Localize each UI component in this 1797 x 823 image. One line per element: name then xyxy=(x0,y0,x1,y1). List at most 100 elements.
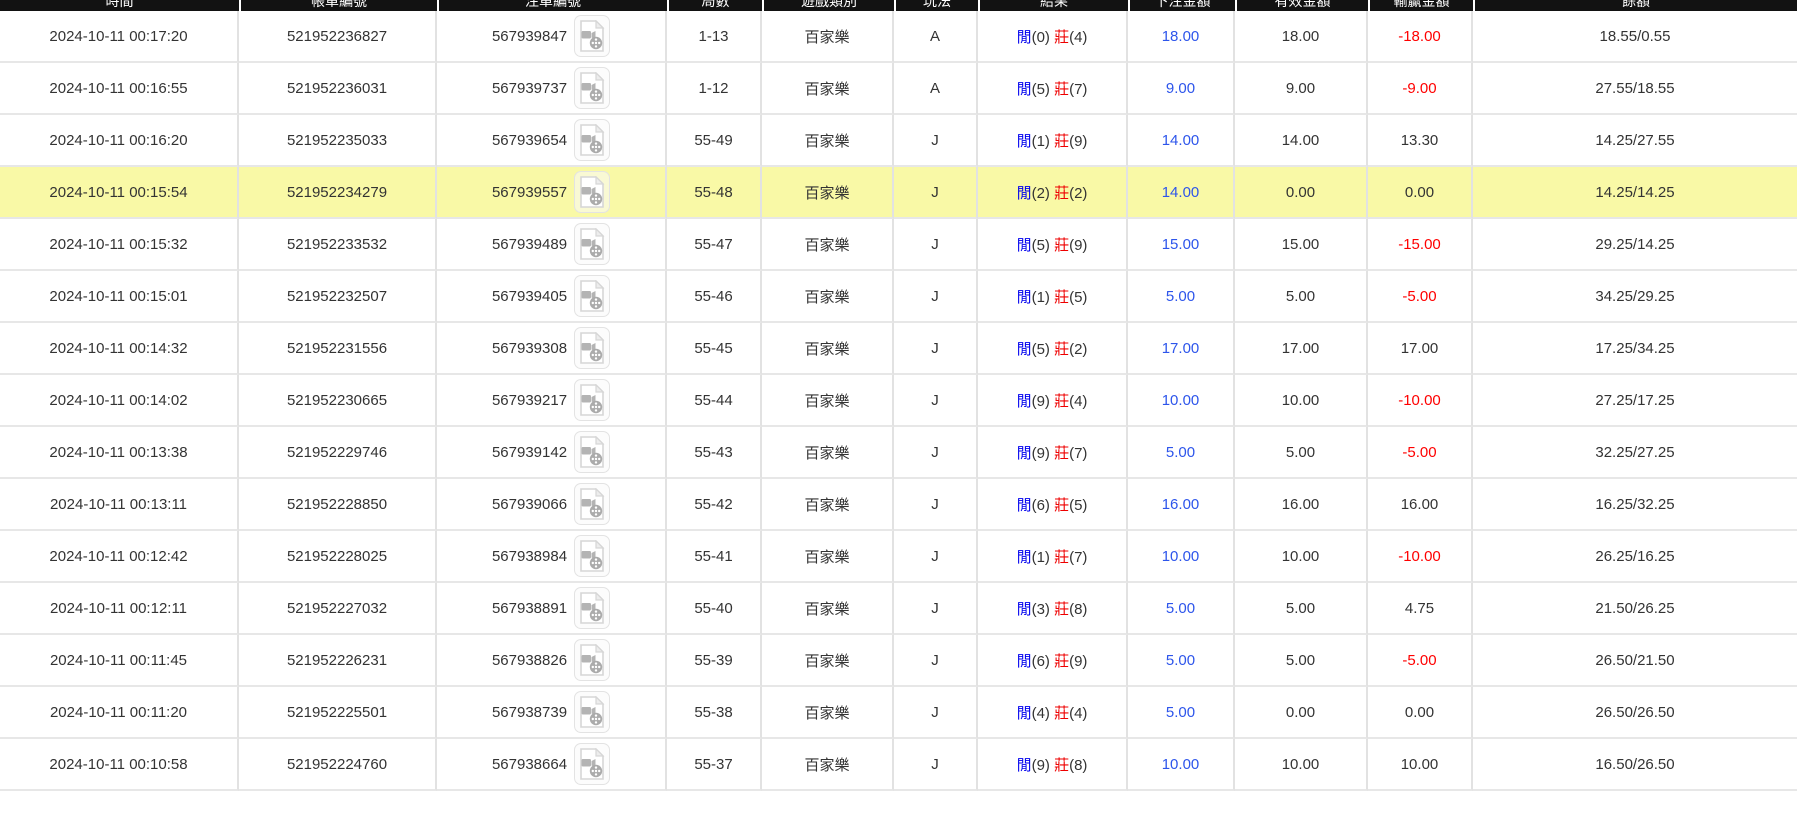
banker-label: 莊 xyxy=(1054,288,1070,306)
video-replay-button[interactable] xyxy=(574,171,611,213)
bet-number-group: 567939737 xyxy=(491,67,611,109)
bet-amount-link[interactable]: 17.00 xyxy=(1162,340,1200,357)
banker-label: 莊 xyxy=(1054,340,1070,358)
video-replay-icon xyxy=(580,540,605,572)
player-label: 閒 xyxy=(1016,80,1032,98)
cell-time: 2024-10-11 00:12:11 xyxy=(0,583,239,635)
cell-result: 閒(6) 莊(9) xyxy=(978,635,1128,687)
video-replay-button[interactable] xyxy=(574,119,611,161)
bet-number-group: 567938664 xyxy=(492,743,611,785)
cell-bet-number: 567939217 xyxy=(437,375,667,427)
cell-game-type: 百家樂 xyxy=(762,583,894,635)
banker-score: (5) xyxy=(1069,288,1088,306)
cell-bet-number: 567938664 xyxy=(437,739,667,791)
cell-time: 2024-10-11 00:16:55 xyxy=(0,63,239,115)
bet-amount-link[interactable]: 5.00 xyxy=(1166,652,1195,669)
cell-play-code: J xyxy=(894,479,978,531)
video-replay-button[interactable] xyxy=(574,691,611,733)
table-row: 2024-10-11 00:15:32 521952233532 567939489… xyxy=(0,219,1797,271)
video-replay-icon xyxy=(580,20,605,52)
bet-number-value: 567939847 xyxy=(491,27,568,45)
bet-amount-link[interactable]: 5.00 xyxy=(1166,444,1195,461)
cell-play-code: J xyxy=(894,167,978,219)
bet-amount-link[interactable]: 15.00 xyxy=(1162,236,1200,253)
col-header-play-code: 玩法 xyxy=(894,0,978,11)
cell-game-type: 百家樂 xyxy=(762,271,894,323)
bet-amount-link[interactable]: 9.00 xyxy=(1166,80,1195,97)
cell-valid-amount: 5.00 xyxy=(1235,635,1368,687)
video-replay-button[interactable] xyxy=(574,535,611,577)
cell-balance: 27.25/17.25 xyxy=(1473,375,1797,427)
cell-win-loss: -18.00 xyxy=(1368,11,1473,63)
cell-bet-amount: 5.00 xyxy=(1128,635,1235,687)
cell-game-type: 百家樂 xyxy=(762,115,894,167)
bet-amount-link[interactable]: 5.00 xyxy=(1166,600,1195,617)
video-replay-button[interactable] xyxy=(574,379,611,421)
cell-valid-amount: 18.00 xyxy=(1235,11,1368,63)
player-label: 閒 xyxy=(1016,132,1032,150)
bet-amount-link[interactable]: 16.00 xyxy=(1162,496,1200,513)
cell-play-code: J xyxy=(894,219,978,271)
bet-amount-link[interactable]: 10.00 xyxy=(1162,756,1200,773)
cell-play-code: J xyxy=(894,323,978,375)
cell-round: 55-44 xyxy=(667,375,762,427)
video-replay-button[interactable] xyxy=(574,587,611,629)
player-score: (9) xyxy=(1031,392,1055,410)
banker-label: 莊 xyxy=(1054,444,1070,462)
video-replay-button[interactable] xyxy=(574,327,611,369)
cell-bill-number: 521952235033 xyxy=(239,115,437,167)
cell-game-type: 百家樂 xyxy=(762,219,894,271)
bet-amount-link[interactable]: 5.00 xyxy=(1166,704,1195,721)
video-replay-icon xyxy=(580,280,605,312)
cell-time: 2024-10-11 00:15:01 xyxy=(0,271,239,323)
banker-score: (7) xyxy=(1069,80,1088,98)
cell-result: 閒(5) 莊(7) xyxy=(978,63,1128,115)
video-replay-button[interactable] xyxy=(574,67,611,109)
video-replay-button[interactable] xyxy=(574,275,611,317)
cell-win-loss: 17.00 xyxy=(1368,323,1473,375)
bet-amount-link[interactable]: 14.00 xyxy=(1162,184,1200,201)
cell-win-loss: 10.00 xyxy=(1368,739,1473,791)
video-replay-button[interactable] xyxy=(574,483,611,525)
cell-result: 閒(9) 莊(4) xyxy=(978,375,1128,427)
cell-round: 55-41 xyxy=(667,531,762,583)
table-row: 2024-10-11 00:11:20 521952225501 567938739… xyxy=(0,687,1797,739)
bet-number-value: 567939405 xyxy=(491,287,568,305)
table-row: 2024-10-11 00:15:54 521952234279 567939557… xyxy=(0,167,1797,219)
banker-score: (8) xyxy=(1069,756,1088,774)
col-header-valid-amount: 有效金額 xyxy=(1235,0,1368,11)
table-row: 2024-10-11 00:14:02 521952230665 567939217… xyxy=(0,375,1797,427)
cell-play-code: J xyxy=(894,375,978,427)
bet-amount-link[interactable]: 5.00 xyxy=(1166,288,1195,305)
table-row: 2024-10-11 00:14:32 521952231556 567939308… xyxy=(0,323,1797,375)
cell-game-type: 百家樂 xyxy=(762,375,894,427)
cell-bet-number: 567939847 xyxy=(437,11,667,63)
bet-number-group: 567939654 xyxy=(492,119,611,161)
bet-amount-link[interactable]: 10.00 xyxy=(1162,392,1200,409)
col-header-bet-number: 注單編號 xyxy=(437,0,667,11)
player-label: 閒 xyxy=(1016,236,1032,254)
video-replay-button[interactable] xyxy=(574,15,611,57)
video-replay-button[interactable] xyxy=(574,431,611,473)
cell-win-loss: 0.00 xyxy=(1368,167,1473,219)
banker-score: (5) xyxy=(1069,496,1088,514)
bet-number-group: 567939489 xyxy=(492,223,611,265)
bet-number-value: 567939737 xyxy=(491,79,568,97)
bet-amount-link[interactable]: 10.00 xyxy=(1162,548,1200,565)
col-header-game-type: 遊戲類別 xyxy=(762,0,894,11)
cell-bet-amount: 10.00 xyxy=(1128,739,1235,791)
cell-valid-amount: 0.00 xyxy=(1235,167,1368,219)
cell-balance: 21.50/26.25 xyxy=(1473,583,1797,635)
video-replay-button[interactable] xyxy=(574,743,611,785)
table-row: 2024-10-11 00:12:42 521952228025 567938984… xyxy=(0,531,1797,583)
cell-play-code: J xyxy=(894,427,978,479)
video-replay-button[interactable] xyxy=(574,223,611,265)
cell-balance: 27.55/18.55 xyxy=(1473,63,1797,115)
video-replay-button[interactable] xyxy=(574,639,611,681)
cell-game-type: 百家樂 xyxy=(762,687,894,739)
bet-number-group: 567939847 xyxy=(491,15,611,57)
banker-score: (2) xyxy=(1069,340,1088,358)
video-replay-icon xyxy=(580,436,605,468)
bet-amount-link[interactable]: 14.00 xyxy=(1162,132,1200,149)
bet-amount-link[interactable]: 18.00 xyxy=(1162,28,1200,45)
